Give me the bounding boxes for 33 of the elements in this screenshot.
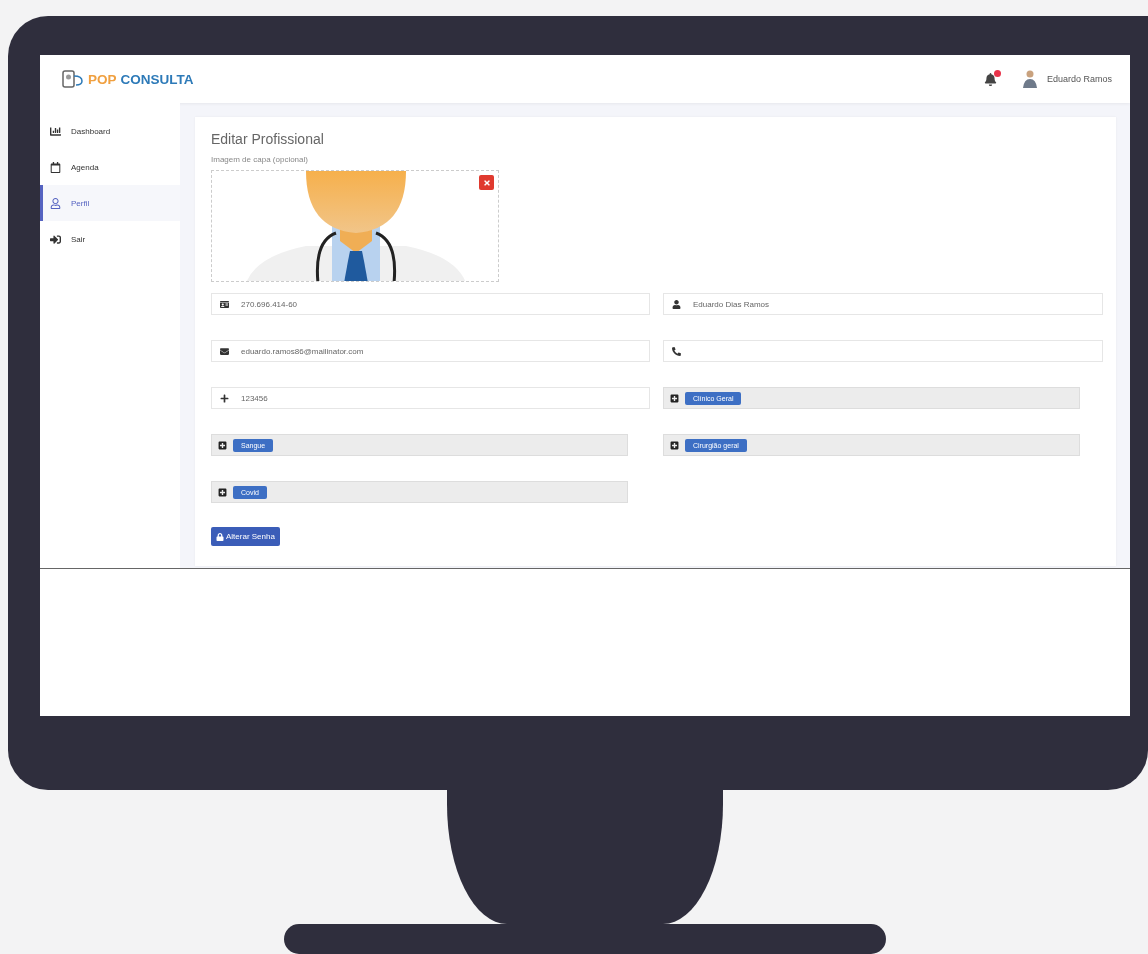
user-icon bbox=[672, 299, 681, 309]
lock-icon bbox=[216, 532, 224, 541]
calendar-icon bbox=[50, 161, 61, 173]
sidebar-item[interactable]: Perfil bbox=[40, 185, 180, 221]
bar-chart-icon bbox=[50, 125, 61, 137]
sidebar-item[interactable]: Dashboard bbox=[40, 113, 180, 149]
plus-icon bbox=[220, 393, 229, 403]
input-field[interactable] bbox=[663, 340, 1103, 362]
input-field[interactable]: eduardo.ramos86@mailinator.com bbox=[211, 340, 650, 362]
user-icon bbox=[50, 197, 61, 209]
avatar-icon bbox=[1022, 70, 1037, 88]
envelope-icon bbox=[220, 346, 229, 356]
change-password-button[interactable]: Alterar Senha bbox=[211, 527, 280, 546]
login-icon bbox=[50, 233, 61, 245]
input-field[interactable]: 123456 bbox=[211, 387, 650, 409]
sidebar-item[interactable]: Agenda bbox=[40, 149, 180, 185]
image-upload-area[interactable] bbox=[211, 170, 499, 282]
input-field[interactable]: 270.696.414-60 bbox=[211, 293, 650, 315]
plus-icon bbox=[670, 393, 679, 403]
close-icon bbox=[482, 178, 491, 187]
sidebar-item[interactable]: Sair bbox=[40, 221, 180, 257]
phone-icon bbox=[672, 346, 681, 356]
plus-icon bbox=[218, 487, 227, 497]
page-title: Editar Profissional bbox=[211, 131, 325, 147]
plus-icon bbox=[670, 440, 679, 450]
plus-icon bbox=[218, 440, 227, 450]
logo-icon bbox=[62, 70, 84, 88]
logo: POP CONSULTA bbox=[62, 70, 194, 88]
user-name[interactable]: Eduardo Ramos bbox=[1046, 74, 1112, 84]
close-button[interactable] bbox=[479, 175, 494, 190]
id-card-icon bbox=[220, 299, 229, 309]
field-label: Imagem de capa (opcional) bbox=[211, 155, 309, 164]
input-field[interactable]: Eduardo Dias Ramos bbox=[663, 293, 1103, 315]
